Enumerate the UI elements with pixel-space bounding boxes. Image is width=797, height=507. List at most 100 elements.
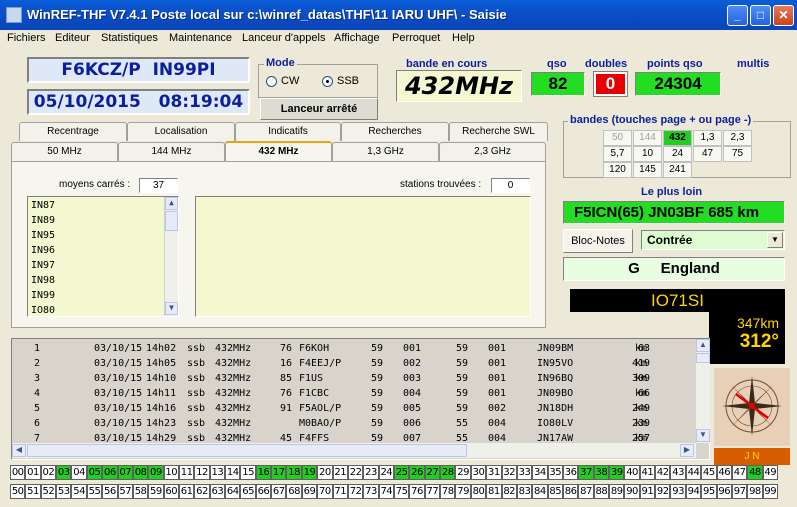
- band-cell[interactable]: 24: [663, 146, 692, 162]
- log-cell-band: 432MHz: [215, 403, 252, 414]
- menu-help[interactable]: Help: [452, 32, 475, 44]
- dept-cell: 40: [624, 465, 640, 480]
- tab-50mhz[interactable]: 50 MHz: [11, 142, 118, 161]
- band-cell[interactable]: 5,7: [603, 146, 632, 162]
- band-cell[interactable]: 120: [603, 162, 632, 178]
- squares-list[interactable]: IN87 IN89 IN95 IN96 IN97 IN98 IN99 IO80 ▲ ▼: [27, 196, 179, 317]
- log-cell-rr: 59: [456, 373, 469, 384]
- log-cell-date: 03/10/15: [94, 373, 143, 384]
- band-cell[interactable]: 144: [633, 130, 662, 146]
- log-cell-band: 432MHz: [215, 343, 252, 354]
- tab-432mhz[interactable]: 432 MHz: [225, 141, 332, 162]
- band-cell[interactable]: 2,3: [723, 130, 752, 146]
- log-hscrollbar[interactable]: ◀ ▶: [12, 443, 696, 458]
- square-list-item[interactable]: IN96: [31, 243, 175, 258]
- dept-cell: 31: [486, 465, 502, 480]
- log-vscrollbar[interactable]: ▲ ▼: [696, 339, 710, 443]
- menu-affichage[interactable]: Affichage: [334, 32, 380, 44]
- band-cell[interactable]: 1,3: [693, 130, 722, 146]
- tab-recentrage[interactable]: Recentrage: [19, 122, 127, 141]
- square-list-item[interactable]: IN87: [31, 198, 175, 213]
- table-row[interactable]: 4 03/10/15 14h11 ssb 432MHz 76 F1CBC 59 004 59 001…: [12, 386, 696, 401]
- log-cell-mode: ssb: [187, 343, 206, 354]
- table-row[interactable]: 5 03/10/15 14h16 ssb 432MHz 91 F5AOL/P 59 005 59 0…: [12, 401, 696, 416]
- menu-lanceur[interactable]: Lanceur d'appels: [242, 32, 325, 44]
- log-scroll-up-icon[interactable]: ▲: [696, 339, 710, 352]
- dept-cell: 84: [532, 484, 548, 499]
- dept-cell: 51: [25, 484, 41, 499]
- log-cell-date: 03/10/15: [94, 418, 143, 429]
- scroll-down-icon[interactable]: ▼: [165, 302, 178, 315]
- tab-1-3ghz[interactable]: 1,3 GHz: [332, 142, 439, 161]
- log-scroll-left-icon[interactable]: ◀: [12, 444, 26, 457]
- table-row[interactable]: 2 03/10/15 14h05 ssb 432MHz 16 F4EEJ/P 59 002 59 0…: [12, 356, 696, 371]
- stations-count: 0: [491, 178, 530, 193]
- close-button[interactable]: ✕: [773, 5, 794, 26]
- dept-cell: 88: [593, 484, 610, 499]
- maximize-button[interactable]: □: [750, 5, 771, 26]
- square-list-item[interactable]: IN99: [31, 288, 175, 303]
- log-scroll-thumb[interactable]: [696, 353, 710, 363]
- square-list-item[interactable]: IN98: [31, 273, 175, 288]
- band-cell[interactable]: 10: [633, 146, 662, 162]
- band-cell[interactable]: 47: [693, 146, 722, 162]
- dept-cell: 96: [716, 484, 732, 499]
- tab-recherches[interactable]: Recherches: [341, 122, 449, 141]
- mode-cw-radio[interactable]: CW: [266, 75, 299, 87]
- dept-cell: 59: [148, 484, 164, 499]
- launcher-status-button[interactable]: Lanceur arrêté: [260, 98, 378, 120]
- log-cell-time: 14h23: [146, 418, 177, 429]
- tab-recherche-swl[interactable]: Recherche SWL: [449, 122, 548, 141]
- band-cell[interactable]: 75: [723, 146, 752, 162]
- square-list-item[interactable]: IN97: [31, 258, 175, 273]
- minimize-button[interactable]: _: [727, 5, 748, 26]
- square-list-item[interactable]: IO80: [31, 303, 175, 318]
- notes-button[interactable]: Bloc-Notes: [563, 229, 633, 253]
- title-bar[interactable]: WinREF-THF V7.4.1 Poste local sur c:\win…: [0, 0, 797, 30]
- square-list-item[interactable]: IN89: [31, 213, 175, 228]
- table-row[interactable]: 3 03/10/15 14h10 ssb 432MHz 85 F1US 59 003 59 001 I…: [12, 371, 696, 386]
- qso-log[interactable]: 1 03/10/15 14h02 ssb 432MHz 76 F6KOH 59 001 59 001…: [11, 338, 710, 460]
- scroll-up-icon[interactable]: ▲: [165, 197, 178, 210]
- log-cell-rr: 55: [456, 418, 469, 429]
- scroll-thumb[interactable]: [165, 211, 178, 231]
- tab-indicatifs[interactable]: Indicatifs: [235, 122, 341, 141]
- app-icon[interactable]: [6, 7, 22, 23]
- table-row[interactable]: 6 03/10/15 14h23 ssb 432MHz M0BAO/P 59 006 55 004…: [12, 416, 696, 431]
- band-cell[interactable]: 145: [633, 162, 662, 178]
- tab-2-3ghz[interactable]: 2,3 GHz: [439, 142, 546, 161]
- date-value: 05/10/2015: [33, 92, 141, 112]
- log-scroll-right-icon[interactable]: ▶: [680, 444, 694, 457]
- squares-scrollbar[interactable]: ▲ ▼: [164, 197, 178, 316]
- dept-cell: 15: [240, 465, 256, 480]
- log-cell-time: 14h02: [146, 343, 177, 354]
- log-scroll-down-icon[interactable]: ▼: [696, 429, 710, 442]
- menu-perroquet[interactable]: Perroquet: [392, 32, 440, 44]
- menu-editeur[interactable]: Editeur: [55, 32, 90, 44]
- mode-ssb-radio[interactable]: SSB: [322, 75, 359, 87]
- table-row[interactable]: 1 03/10/15 14h02 ssb 432MHz 76 F6KOH 59 001 59 001…: [12, 341, 696, 356]
- contest-select[interactable]: Contrée ▼: [641, 230, 785, 250]
- log-hscroll-thumb[interactable]: [27, 444, 467, 457]
- log-cell-n: 4: [33, 388, 40, 399]
- band-cell[interactable]: 50: [603, 130, 632, 146]
- menu-statistiques[interactable]: Statistiques: [101, 32, 158, 44]
- chevron-down-icon[interactable]: ▼: [767, 232, 783, 248]
- tab-localisation[interactable]: Localisation: [127, 122, 235, 141]
- log-cell-rs: 59: [371, 403, 384, 414]
- band-current-label: bande en cours: [406, 58, 488, 70]
- square-list-item[interactable]: IN95: [31, 228, 175, 243]
- band-cell[interactable]: 432: [663, 130, 692, 146]
- dept-cell: 98: [747, 484, 763, 499]
- log-cell-rs: 59: [371, 373, 384, 384]
- menu-maintenance[interactable]: Maintenance: [169, 32, 232, 44]
- dept-cell: 26: [409, 465, 425, 480]
- multis-label: multis: [737, 58, 770, 70]
- stations-list[interactable]: [195, 196, 531, 317]
- log-cell-dx: 16: [279, 358, 292, 369]
- band-cell[interactable]: 241: [663, 162, 692, 178]
- tab-144mhz[interactable]: 144 MHz: [118, 142, 225, 161]
- menu-fichiers[interactable]: Fichiers: [7, 32, 46, 44]
- dept-cell: 04: [71, 465, 87, 480]
- log-cell-rs: 59: [371, 358, 384, 369]
